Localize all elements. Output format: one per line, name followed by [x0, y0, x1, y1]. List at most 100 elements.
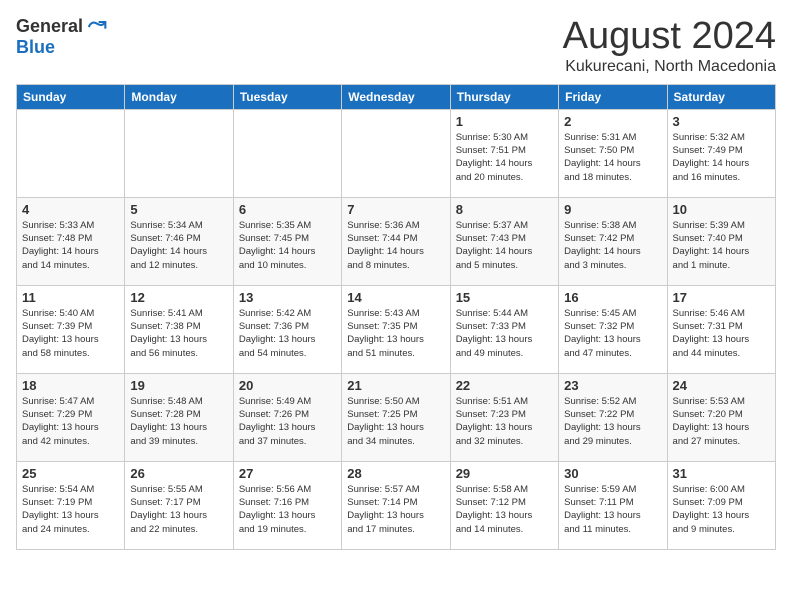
calendar-cell: 27 Sunrise: 5:56 AM Sunset: 7:16 PM Dayli…	[233, 461, 341, 549]
day-info: Sunrise: 5:58 AM Sunset: 7:12 PM Dayligh…	[456, 483, 553, 536]
day-number: 30	[564, 466, 661, 481]
calendar-cell: 22 Sunrise: 5:51 AM Sunset: 7:23 PM Dayli…	[450, 373, 558, 461]
day-number: 29	[456, 466, 553, 481]
day-number: 3	[673, 114, 770, 129]
calendar-cell: 1 Sunrise: 5:30 AM Sunset: 7:51 PM Daylig…	[450, 109, 558, 197]
day-info: Sunrise: 5:59 AM Sunset: 7:11 PM Dayligh…	[564, 483, 661, 536]
day-number: 12	[130, 290, 227, 305]
day-info: Sunrise: 5:37 AM Sunset: 7:43 PM Dayligh…	[456, 219, 553, 272]
day-info: Sunrise: 6:00 AM Sunset: 7:09 PM Dayligh…	[673, 483, 770, 536]
day-number: 28	[347, 466, 444, 481]
day-number: 27	[239, 466, 336, 481]
day-info: Sunrise: 5:51 AM Sunset: 7:23 PM Dayligh…	[456, 395, 553, 448]
day-info: Sunrise: 5:32 AM Sunset: 7:49 PM Dayligh…	[673, 131, 770, 184]
day-number: 31	[673, 466, 770, 481]
day-info: Sunrise: 5:35 AM Sunset: 7:45 PM Dayligh…	[239, 219, 336, 272]
header: General Blue August 2024 Kukurecani, Nor…	[16, 16, 776, 76]
calendar-cell: 23 Sunrise: 5:52 AM Sunset: 7:22 PM Dayli…	[559, 373, 667, 461]
calendar-cell	[17, 109, 125, 197]
calendar-cell: 25Sunrise: 5:54 AM Sunset: 7:19 PM Dayli…	[17, 461, 125, 549]
day-number: 23	[564, 378, 661, 393]
calendar-cell: 19 Sunrise: 5:48 AM Sunset: 7:28 PM Dayli…	[125, 373, 233, 461]
calendar-cell: 21 Sunrise: 5:50 AM Sunset: 7:25 PM Dayli…	[342, 373, 450, 461]
day-number: 22	[456, 378, 553, 393]
calendar-cell: 14Sunrise: 5:43 AM Sunset: 7:35 PM Dayli…	[342, 285, 450, 373]
calendar-cell: 16Sunrise: 5:45 AM Sunset: 7:32 PM Dayli…	[559, 285, 667, 373]
day-number: 10	[673, 202, 770, 217]
day-number: 13	[239, 290, 336, 305]
calendar-cell: 6 Sunrise: 5:35 AM Sunset: 7:45 PM Daylig…	[233, 197, 341, 285]
day-info: Sunrise: 5:55 AM Sunset: 7:17 PM Dayligh…	[130, 483, 227, 536]
calendar-cell: 28 Sunrise: 5:57 AM Sunset: 7:14 PM Dayli…	[342, 461, 450, 549]
calendar-cell	[342, 109, 450, 197]
day-number: 19	[130, 378, 227, 393]
day-info: Sunrise: 5:30 AM Sunset: 7:51 PM Dayligh…	[456, 131, 553, 184]
calendar-cell: 20 Sunrise: 5:49 AM Sunset: 7:26 PM Dayli…	[233, 373, 341, 461]
day-info: Sunrise: 5:52 AM Sunset: 7:22 PM Dayligh…	[564, 395, 661, 448]
day-info: Sunrise: 5:50 AM Sunset: 7:25 PM Dayligh…	[347, 395, 444, 448]
calendar-cell: 3 Sunrise: 5:32 AM Sunset: 7:49 PM Daylig…	[667, 109, 775, 197]
day-info: Sunrise: 5:39 AM Sunset: 7:40 PM Dayligh…	[673, 219, 770, 272]
logo-blue-text: Blue	[16, 37, 55, 58]
day-number: 6	[239, 202, 336, 217]
calendar-day-header: Tuesday	[233, 84, 341, 109]
calendar-week-row: 18Sunrise: 5:47 AM Sunset: 7:29 PM Dayli…	[17, 373, 776, 461]
calendar-cell: 13 Sunrise: 5:42 AM Sunset: 7:36 PM Dayli…	[233, 285, 341, 373]
day-info: Sunrise: 5:44 AM Sunset: 7:33 PM Dayligh…	[456, 307, 553, 360]
day-info: Sunrise: 5:57 AM Sunset: 7:14 PM Dayligh…	[347, 483, 444, 536]
calendar-week-row: 1 Sunrise: 5:30 AM Sunset: 7:51 PM Daylig…	[17, 109, 776, 197]
day-number: 9	[564, 202, 661, 217]
calendar-day-header: Monday	[125, 84, 233, 109]
logo-general-text: General	[16, 16, 83, 37]
calendar-cell: 31 Sunrise: 6:00 AM Sunset: 7:09 PM Dayli…	[667, 461, 775, 549]
day-number: 21	[347, 378, 444, 393]
day-number: 5	[130, 202, 227, 217]
calendar-cell: 7Sunrise: 5:36 AM Sunset: 7:44 PM Daylig…	[342, 197, 450, 285]
calendar-day-header: Thursday	[450, 84, 558, 109]
calendar-day-header: Wednesday	[342, 84, 450, 109]
day-number: 11	[22, 290, 119, 305]
day-number: 1	[456, 114, 553, 129]
calendar-day-header: Saturday	[667, 84, 775, 109]
day-info: Sunrise: 5:34 AM Sunset: 7:46 PM Dayligh…	[130, 219, 227, 272]
logo-icon	[87, 17, 107, 37]
day-info: Sunrise: 5:56 AM Sunset: 7:16 PM Dayligh…	[239, 483, 336, 536]
calendar-cell: 11Sunrise: 5:40 AM Sunset: 7:39 PM Dayli…	[17, 285, 125, 373]
calendar-cell	[125, 109, 233, 197]
day-info: Sunrise: 5:48 AM Sunset: 7:28 PM Dayligh…	[130, 395, 227, 448]
day-info: Sunrise: 5:38 AM Sunset: 7:42 PM Dayligh…	[564, 219, 661, 272]
title-section: August 2024 Kukurecani, North Macedonia	[563, 16, 776, 76]
day-info: Sunrise: 5:42 AM Sunset: 7:36 PM Dayligh…	[239, 307, 336, 360]
calendar-day-header: Friday	[559, 84, 667, 109]
day-number: 17	[673, 290, 770, 305]
day-info: Sunrise: 5:43 AM Sunset: 7:35 PM Dayligh…	[347, 307, 444, 360]
calendar-cell: 24Sunrise: 5:53 AM Sunset: 7:20 PM Dayli…	[667, 373, 775, 461]
day-info: Sunrise: 5:46 AM Sunset: 7:31 PM Dayligh…	[673, 307, 770, 360]
calendar-cell: 8Sunrise: 5:37 AM Sunset: 7:43 PM Daylig…	[450, 197, 558, 285]
calendar-cell: 18Sunrise: 5:47 AM Sunset: 7:29 PM Dayli…	[17, 373, 125, 461]
location-subtitle: Kukurecani, North Macedonia	[563, 58, 776, 76]
calendar-header-row: SundayMondayTuesdayWednesdayThursdayFrid…	[17, 84, 776, 109]
day-number: 2	[564, 114, 661, 129]
month-year-title: August 2024	[563, 16, 776, 58]
day-info: Sunrise: 5:54 AM Sunset: 7:19 PM Dayligh…	[22, 483, 119, 536]
calendar-cell: 2 Sunrise: 5:31 AM Sunset: 7:50 PM Daylig…	[559, 109, 667, 197]
day-info: Sunrise: 5:31 AM Sunset: 7:50 PM Dayligh…	[564, 131, 661, 184]
day-number: 4	[22, 202, 119, 217]
calendar-cell: 15Sunrise: 5:44 AM Sunset: 7:33 PM Dayli…	[450, 285, 558, 373]
calendar-cell	[233, 109, 341, 197]
day-info: Sunrise: 5:53 AM Sunset: 7:20 PM Dayligh…	[673, 395, 770, 448]
day-number: 26	[130, 466, 227, 481]
day-info: Sunrise: 5:41 AM Sunset: 7:38 PM Dayligh…	[130, 307, 227, 360]
calendar-week-row: 25Sunrise: 5:54 AM Sunset: 7:19 PM Dayli…	[17, 461, 776, 549]
day-info: Sunrise: 5:33 AM Sunset: 7:48 PM Dayligh…	[22, 219, 119, 272]
calendar-cell: 29 Sunrise: 5:58 AM Sunset: 7:12 PM Dayli…	[450, 461, 558, 549]
calendar-day-header: Sunday	[17, 84, 125, 109]
calendar-cell: 4 Sunrise: 5:33 AM Sunset: 7:48 PM Daylig…	[17, 197, 125, 285]
calendar-week-row: 11Sunrise: 5:40 AM Sunset: 7:39 PM Dayli…	[17, 285, 776, 373]
calendar-cell: 12 Sunrise: 5:41 AM Sunset: 7:38 PM Dayli…	[125, 285, 233, 373]
calendar-cell: 17 Sunrise: 5:46 AM Sunset: 7:31 PM Dayli…	[667, 285, 775, 373]
day-number: 16	[564, 290, 661, 305]
day-info: Sunrise: 5:49 AM Sunset: 7:26 PM Dayligh…	[239, 395, 336, 448]
day-number: 20	[239, 378, 336, 393]
